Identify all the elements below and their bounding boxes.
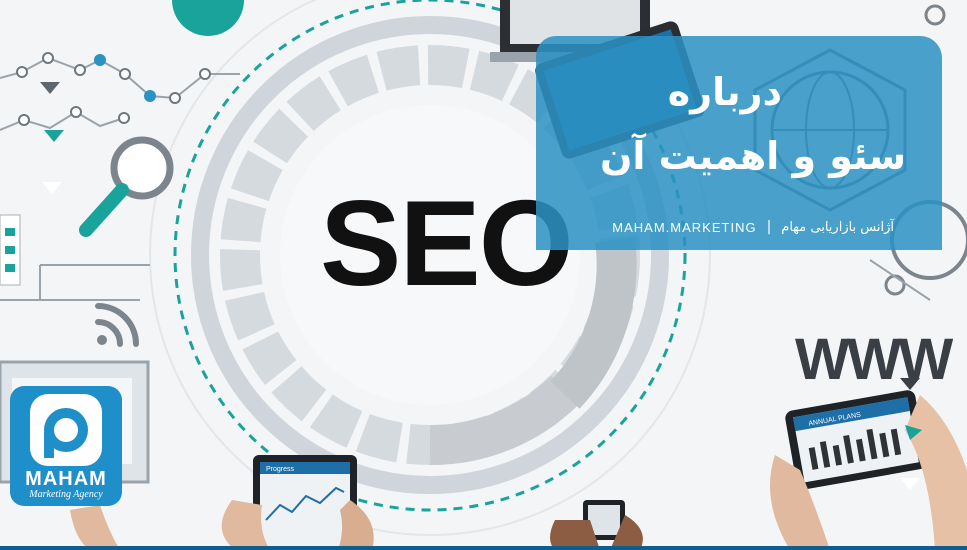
progress-label: Progress — [266, 466, 295, 473]
agency-name: آژانس بازاریابی مهام — [781, 219, 894, 235]
article-title-line-2: سئو و اهمیت آن — [599, 134, 906, 178]
www-graphic: WWW — [795, 327, 953, 392]
article-title-card: درباره سئو و اهمیت آن MAHAM.MARKETING | … — [536, 36, 942, 250]
logo-name: MAHAM — [25, 468, 107, 490]
seo-heading-graphic: SEO — [320, 175, 574, 311]
card-footer: MAHAM.MARKETING | آژانس بازاریابی مهام — [612, 219, 894, 235]
logo-tagline: Marketing Agency — [29, 489, 103, 500]
maham-logo-icon — [30, 394, 102, 466]
article-title-line-1: درباره — [667, 70, 782, 114]
maham-logo: MAHAM Marketing Agency — [10, 386, 122, 506]
hero-banner: ANNUAL PLANS Progress SEO WWW درباره سئو… — [0, 0, 967, 550]
footer-separator: | — [766, 219, 772, 235]
site-name: MAHAM.MARKETING — [612, 219, 757, 235]
